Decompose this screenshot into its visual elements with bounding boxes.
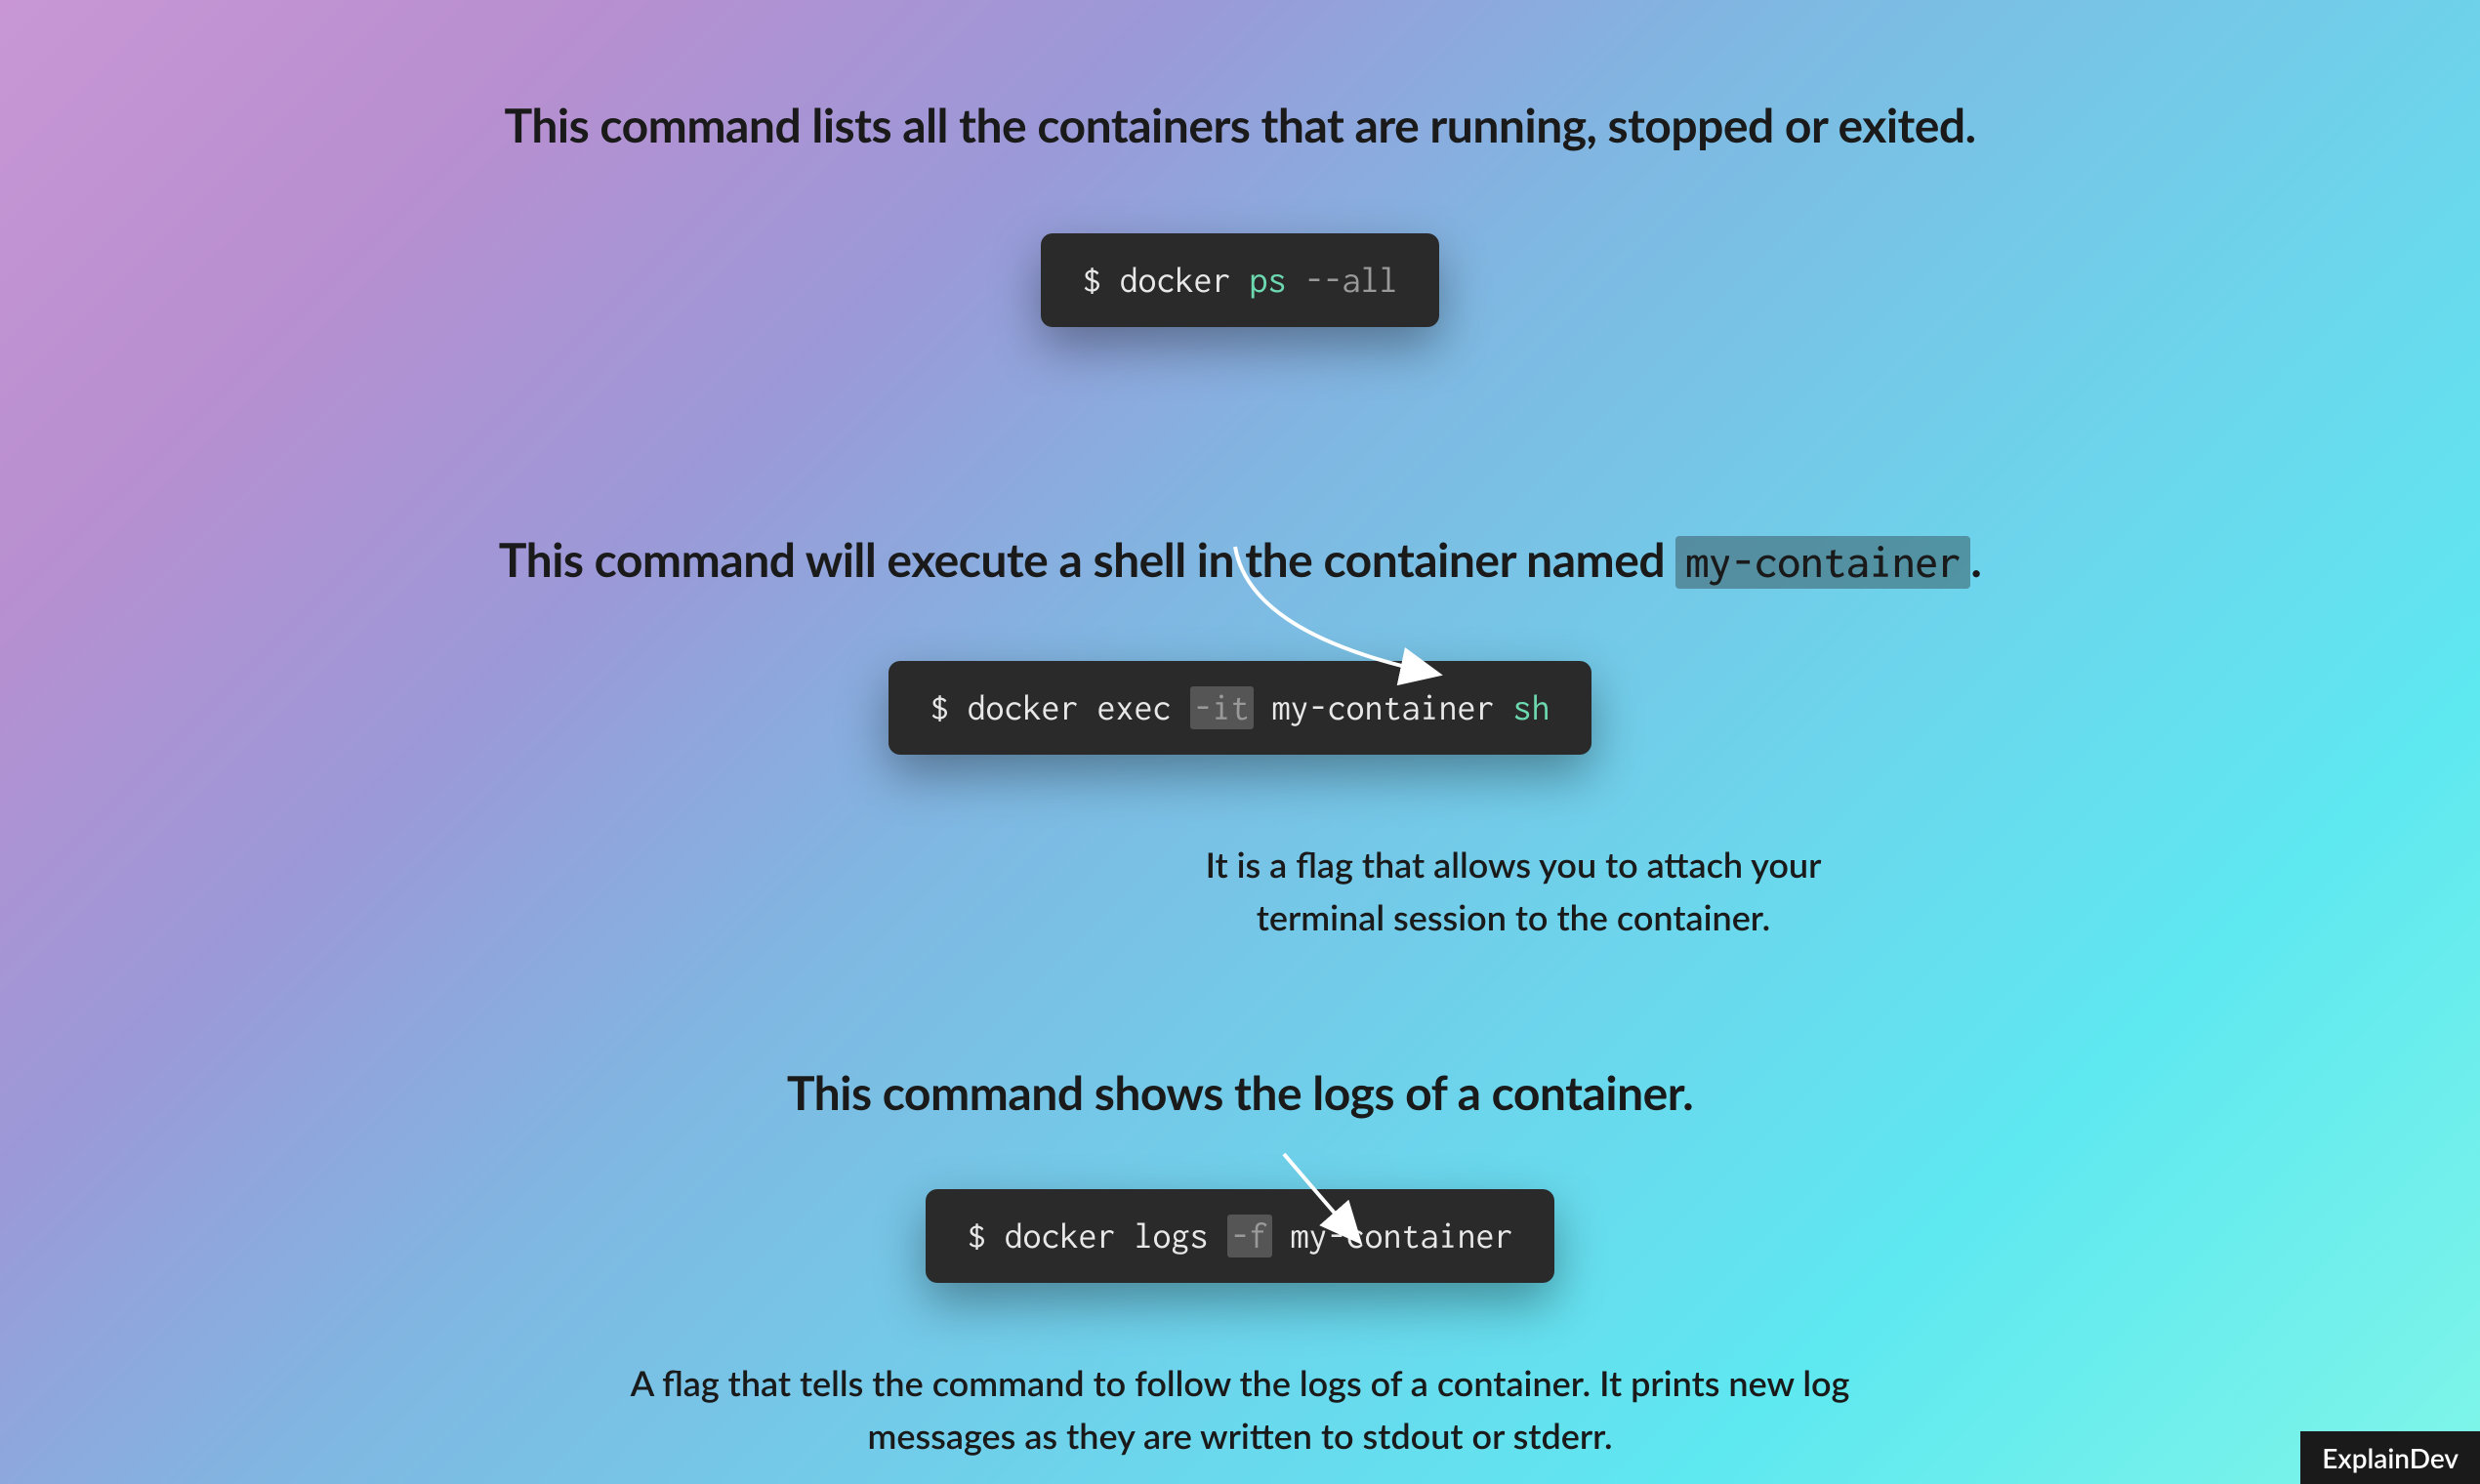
code-token: exec	[1096, 688, 1189, 727]
code-token-highlight: -f	[1227, 1215, 1272, 1257]
prompt: $	[1082, 261, 1119, 300]
prompt: $	[967, 1216, 1004, 1256]
code-block-docker-ps: $ docker ps --all	[1041, 233, 1438, 327]
section-docker-logs: This command shows the logs of a contain…	[0, 943, 2480, 1462]
code-token: --all	[1305, 261, 1398, 300]
heading-docker-exec: This command will execute a shell in the…	[499, 532, 1981, 588]
heading-text: .	[1970, 532, 1981, 588]
code-token: my-container	[1272, 1216, 1513, 1256]
watermark-badge: ExplainDev	[2300, 1431, 2480, 1484]
code-token: logs	[1134, 1216, 1226, 1256]
code-token-highlight: -it	[1190, 686, 1254, 729]
heading-docker-ps: This command lists all the containers th…	[504, 98, 1975, 153]
section-docker-ps: This command lists all the containers th…	[0, 0, 2480, 327]
heading-text: This command will execute a shell in the…	[499, 532, 1676, 588]
code-token: sh	[1513, 688, 1550, 727]
code-block-docker-exec: $ docker exec -it my-container sh	[889, 661, 1591, 755]
heading-docker-logs: This command shows the logs of a contain…	[787, 1065, 1693, 1121]
code-token: docker	[1004, 1216, 1134, 1256]
prompt: $	[930, 688, 967, 727]
code-block-docker-logs: $ docker logs -f my-container	[926, 1189, 1553, 1283]
annotation-f-flag: A flag that tells the command to follow …	[615, 1356, 1865, 1462]
section-docker-exec: This command will execute a shell in the…	[0, 327, 2480, 943]
code-token: my-container	[1254, 688, 1513, 727]
code-token: ps	[1250, 261, 1305, 300]
code-token: docker	[967, 688, 1096, 727]
annotation-it-flag: It is a flag that allows you to attach y…	[1142, 838, 1884, 943]
code-token: docker	[1119, 261, 1249, 300]
heading-inline-code: my-container	[1675, 536, 1970, 589]
